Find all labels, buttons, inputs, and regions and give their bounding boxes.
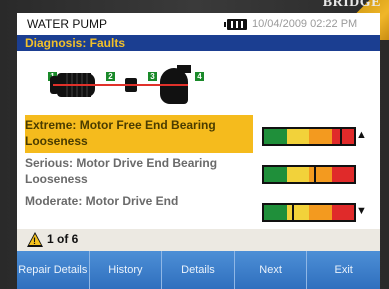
severity-seg-green (264, 167, 287, 182)
page-title: Diagnosis: Faults (25, 36, 126, 50)
fault-row[interactable]: Extreme: Motor Free End Bearing Loosenes… (17, 115, 380, 153)
pump-icon (160, 68, 188, 104)
severity-bar (262, 127, 356, 146)
severity-bar (262, 165, 356, 184)
severity-seg-red (331, 129, 354, 144)
severity-seg-red (331, 167, 354, 182)
bezel-label: BRIDGE (322, 0, 381, 10)
softkey-bar: Repair Details History Details Next Exit (17, 251, 380, 289)
datetime: 10/04/2009 02:22 PM (252, 18, 358, 30)
page-indicator: 1 of 6 (47, 232, 79, 246)
fault-label: Extreme: Motor Free End Bearing Loosenes… (25, 115, 253, 153)
severity-seg-yellow (286, 167, 309, 182)
severity-seg-orange (309, 205, 332, 220)
history-button[interactable]: History (89, 251, 163, 289)
severity-seg-green (264, 205, 287, 220)
severity-marker (313, 165, 316, 184)
fault-label: Moderate: Motor Drive End (25, 194, 179, 208)
warning-icon (27, 232, 43, 247)
app-title: WATER PUMP (27, 17, 107, 31)
severity-seg-yellow (286, 129, 309, 144)
fault-list: Extreme: Motor Free End Bearing Loosenes… (17, 115, 380, 229)
page-indicator-row: 1 of 6 (17, 229, 380, 251)
severity-marker (291, 203, 294, 222)
position-4-label: 4 (195, 72, 204, 81)
details-button[interactable]: Details (162, 251, 235, 289)
machine-train-diagram: 1 2 3 4 (17, 51, 380, 115)
diagnosis-header: Diagnosis: Faults (17, 35, 380, 51)
fault-row[interactable]: Serious: Motor Drive End Bearing Loosene… (17, 153, 380, 191)
battery-icon (224, 19, 247, 30)
fault-row[interactable]: Moderate: Motor Drive End ▼ (17, 191, 380, 229)
severity-marker (339, 127, 342, 146)
severity-seg-orange (309, 129, 332, 144)
coupling-shaft-line (123, 84, 139, 86)
scroll-down-icon[interactable]: ▼ (356, 205, 367, 217)
position-3-label: 3 (148, 72, 157, 81)
device-screen: WATER PUMP 10/04/2009 02:22 PM Diagnosis… (17, 13, 380, 289)
severity-seg-yellow (286, 205, 309, 220)
status-bar: WATER PUMP 10/04/2009 02:22 PM (17, 13, 380, 35)
fault-label: Serious: Motor Drive End Bearing Loosene… (25, 156, 218, 186)
severity-seg-green (264, 129, 287, 144)
pump-shaft-line (158, 84, 188, 86)
severity-seg-red (331, 205, 354, 220)
severity-bar (262, 203, 356, 222)
scroll-up-icon[interactable]: ▲ (356, 129, 367, 141)
severity-seg-orange (309, 167, 332, 182)
next-button[interactable]: Next (234, 251, 308, 289)
position-2-label: 2 (106, 72, 115, 81)
repair-details-button[interactable]: Repair Details (17, 251, 90, 289)
exit-button[interactable]: Exit (307, 251, 380, 289)
